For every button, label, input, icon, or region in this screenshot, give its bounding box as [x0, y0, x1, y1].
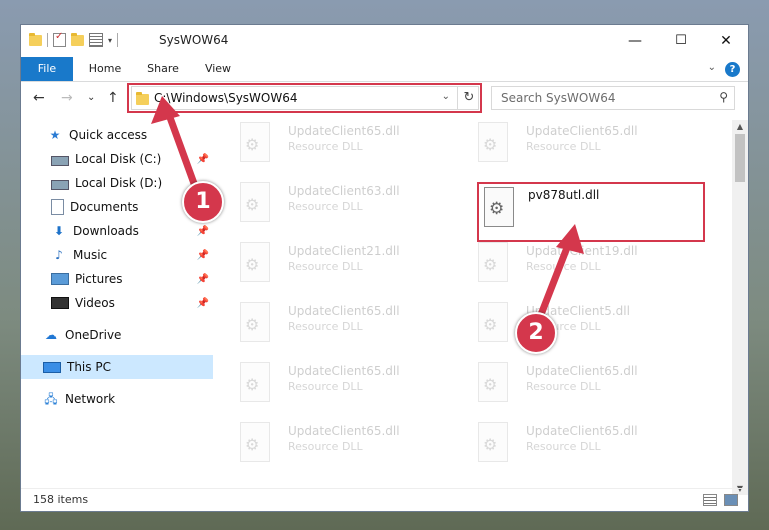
step-2-badge: 2: [515, 312, 557, 354]
annotation-overlay: [151, 96, 584, 334]
step-1-badge: 1: [182, 181, 224, 223]
